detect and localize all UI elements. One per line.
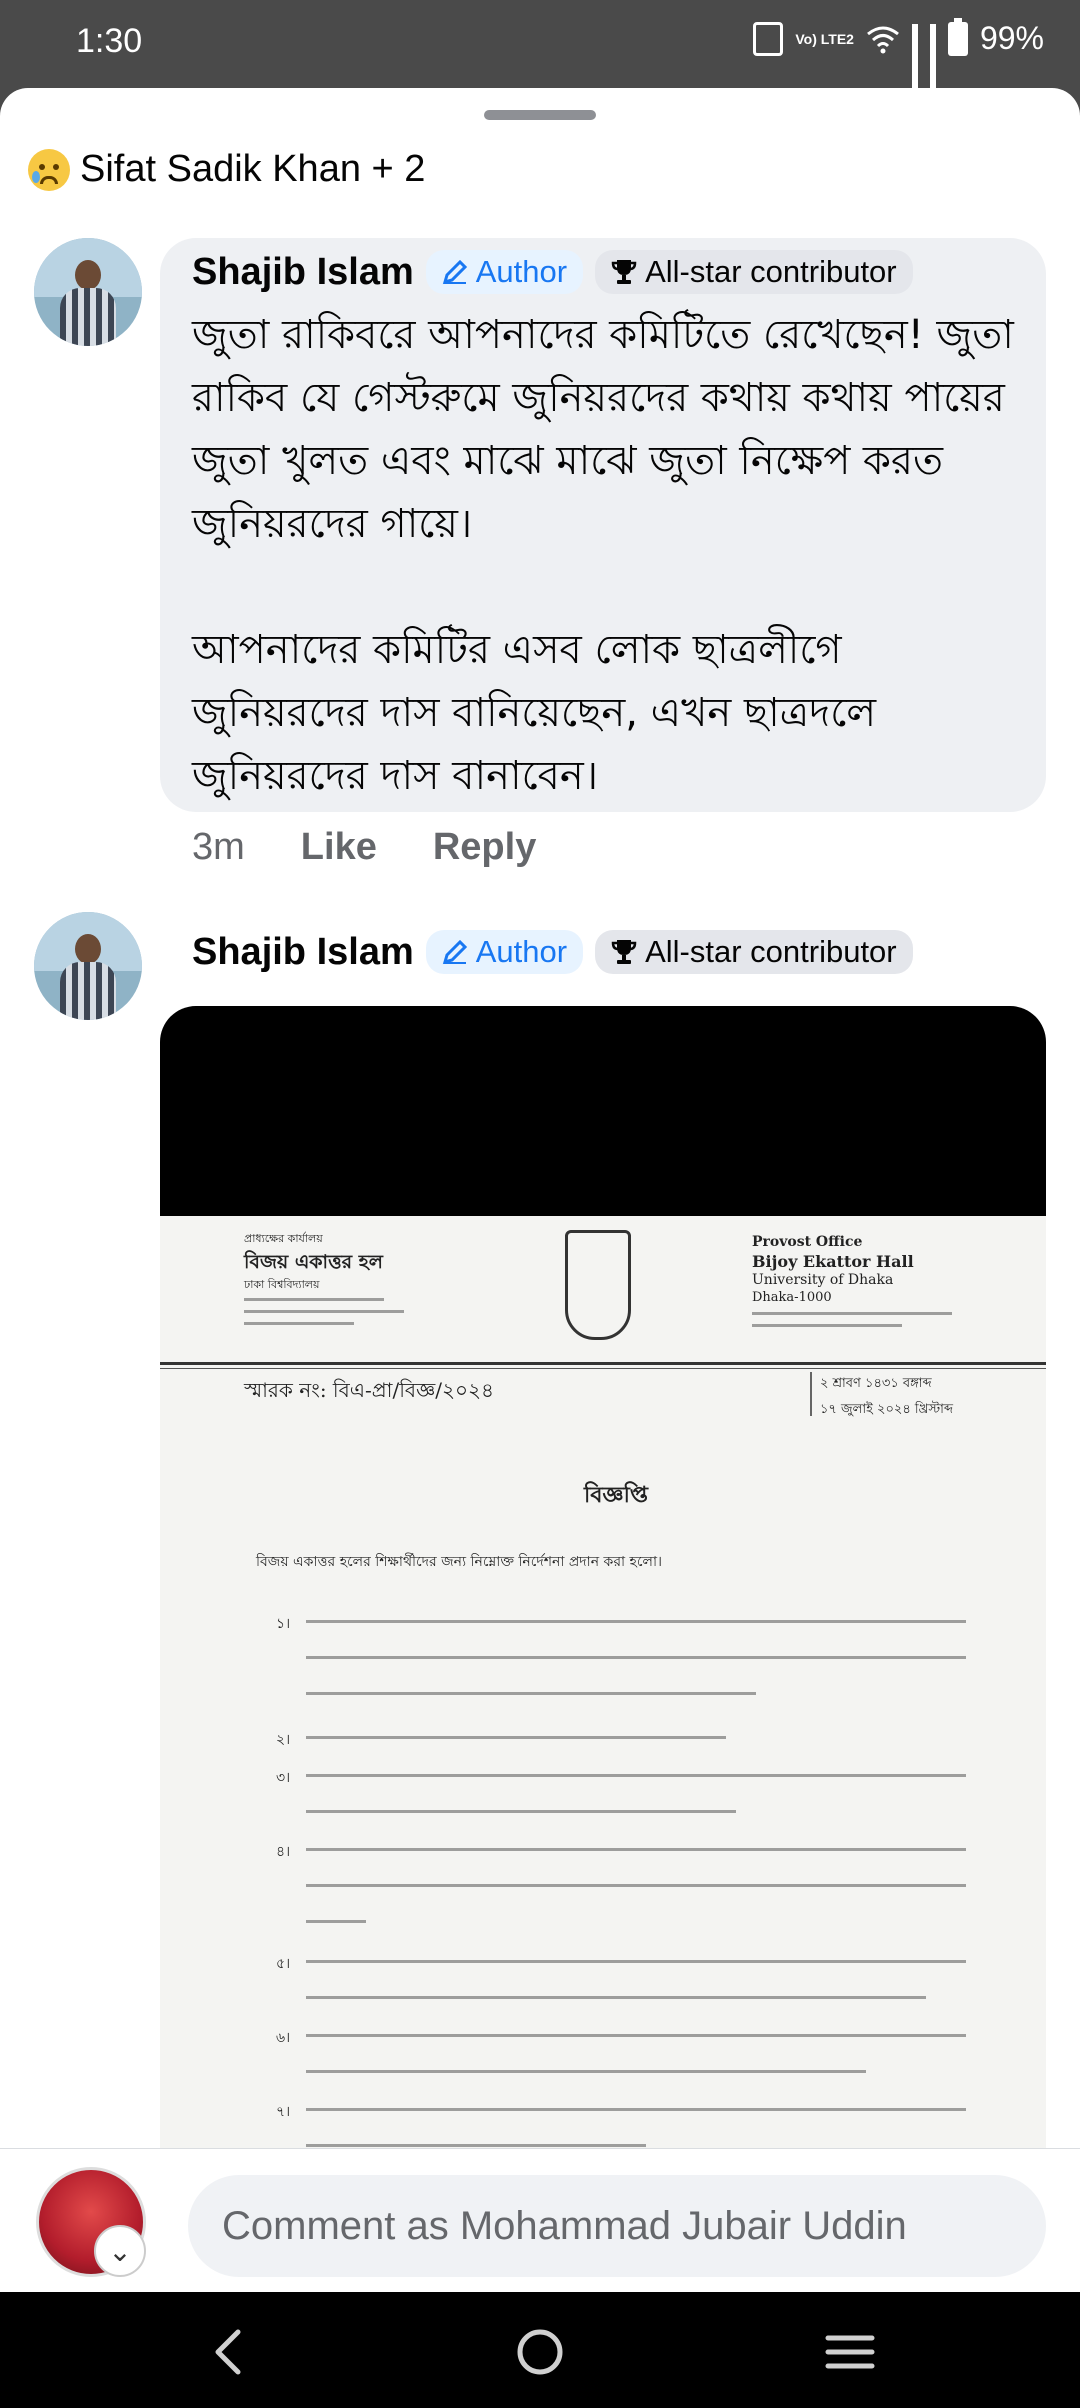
doc-intro: বিজয় একাত্তর হলের শিক্ষার্থীদের জন্য নি… — [256, 1554, 663, 1570]
doc-item-number: ৭। — [276, 2104, 291, 2120]
comment-text: জুতা রাকিবরে আপনাদের কমিটিতে রেখেছেন! জু… — [192, 312, 1014, 799]
comment-timestamp: 3m — [192, 826, 245, 868]
notice-document-image: প্রাধ্যক্ষের কার্যালয় বিজয় একাত্তর হল … — [160, 1216, 1046, 2292]
system-nav-bar — [0, 2292, 1080, 2408]
comment-bubble[interactable]: Shajib Islam Author All-star contributor… — [160, 238, 1046, 812]
doc-date-bangla: ২ শ্রাবণ ১৪৩১ বঙ্গাব্দ — [820, 1376, 932, 1391]
trophy-icon — [611, 260, 637, 284]
home-icon[interactable] — [510, 2322, 570, 2382]
like-button[interactable]: Like — [301, 826, 377, 869]
battery-icon — [947, 17, 968, 56]
signal-icon-1 — [911, 23, 918, 94]
avatar[interactable] — [34, 238, 142, 346]
sad-reaction-icon — [28, 148, 70, 191]
volte-indicator: Vo) LTE2 — [795, 30, 854, 47]
contributor-badge-label: All-star contributor — [645, 934, 897, 969]
battery-percent: 99% — [979, 20, 1044, 56]
trophy-icon — [611, 940, 637, 964]
contributor-badge-label: All-star contributor — [645, 254, 897, 289]
doc-item-number: ৪। — [276, 1844, 291, 1860]
status-icons: Vo) LTE2 99% — [753, 17, 1044, 94]
doc-office-en: Provost Office — [752, 1234, 863, 1250]
doc-item-number: ৩। — [276, 1770, 291, 1786]
comment-author-name[interactable]: Shajib Islam — [192, 251, 414, 294]
avatar[interactable] — [34, 912, 142, 1020]
author-badge-label: Author — [475, 934, 568, 969]
reactions-summary[interactable]: Sifat Sadik Khan + 2 — [28, 148, 425, 191]
comment-author-name[interactable]: Shajib Islam — [192, 931, 414, 974]
contributor-badge: All-star contributor — [595, 930, 913, 974]
recents-menu-icon[interactable] — [820, 2322, 880, 2382]
doc-memo-number: স্মারক নং: বিএ-প্রা/বিজ্ঞ/২০২৪ — [244, 1378, 494, 1402]
reactions-text: Sifat Sadik Khan + 2 — [80, 148, 426, 190]
doc-date-english: ১৭ জুলাই ২০২৪ খ্রিস্টাব্দ — [820, 1402, 954, 1417]
doc-univ-en: University of Dhaka — [752, 1272, 894, 1288]
comment-header: Shajib Islam Author All-star contributor — [192, 930, 913, 974]
pencil-icon — [442, 259, 467, 285]
doc-univ-bn: ঢাকা বিশ্ববিদ্যালয় — [244, 1278, 320, 1291]
signal-icon-2 — [929, 23, 936, 94]
comment-photo[interactable]: প্রাধ্যক্ষের কার্যালয় বিজয় একাত্তর হল … — [160, 1006, 1046, 2292]
doc-hall-en: Bijoy Ekattor Hall — [752, 1252, 914, 1271]
chevron-down-icon[interactable]: ⌄ — [94, 2225, 146, 2277]
doc-title: বিজ্ঞপ্তি — [584, 1482, 648, 1508]
university-seal-icon — [565, 1230, 631, 1340]
doc-item-number: ২। — [276, 1732, 291, 1748]
author-badge: Author — [425, 250, 584, 294]
pencil-icon — [442, 939, 467, 965]
comment-header: Shajib Islam Author All-star contributor — [192, 250, 913, 294]
sheet-drag-handle[interactable] — [484, 110, 596, 120]
doc-item-number: ১। — [276, 1616, 291, 1632]
reply-button[interactable]: Reply — [433, 826, 536, 869]
contributor-badge: All-star contributor — [595, 250, 913, 294]
comments-sheet: Sifat Sadik Khan + 2 Shajib Islam Author… — [0, 88, 1080, 2292]
author-badge-label: Author — [475, 254, 568, 289]
wifi-icon — [867, 26, 899, 53]
back-icon[interactable] — [200, 2322, 260, 2382]
doc-city-en: Dhaka-1000 — [752, 1290, 832, 1305]
author-badge: Author — [425, 930, 584, 974]
status-bar: 1:30 Vo) LTE2 99% — [0, 0, 1080, 94]
vibrate-icon — [753, 21, 784, 56]
doc-item-number: ৫। — [276, 1956, 291, 1972]
comment-input[interactable] — [188, 2175, 1046, 2277]
status-time: 1:30 — [76, 22, 143, 60]
doc-item-number: ৬। — [276, 2030, 291, 2046]
comment-composer: ⌄ — [0, 2148, 1080, 2292]
comment-actions: 3m Like Reply — [192, 826, 536, 869]
photo-black-band — [160, 1006, 1046, 1216]
doc-office-bn: প্রাধ্যক্ষের কার্যালয় — [244, 1232, 323, 1245]
